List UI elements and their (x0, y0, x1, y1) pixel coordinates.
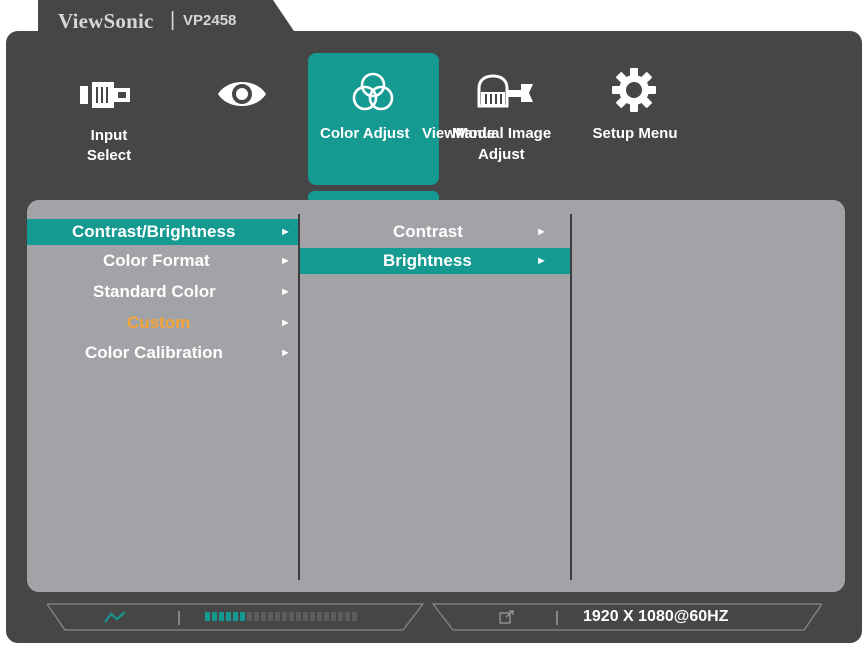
submenu-arrow-icon: ► (280, 226, 291, 238)
menu-item-brightness[interactable]: Brightness ► (300, 248, 570, 274)
menu-item-label: Color Calibration (85, 343, 223, 362)
menu-level-2: Contrast ► Brightness ► (300, 219, 570, 274)
level-indicator (205, 612, 357, 621)
tab-manual-image-label-1: Manual Image (452, 125, 552, 142)
submenu-arrow-icon: ► (536, 255, 547, 267)
menu-item-standard-color[interactable]: Standard Color ► (27, 279, 298, 305)
column-divider-2 (570, 214, 572, 580)
tab-input-select[interactable]: Input Select (70, 70, 148, 180)
eye-icon (218, 82, 266, 106)
tab-input-select-label-1: Input (90, 127, 128, 144)
gear-icon (612, 68, 656, 112)
hand-wrench-icon (477, 74, 533, 108)
brand-logo: ViewSonic (58, 9, 154, 33)
tab-color-adjust[interactable] (308, 53, 439, 185)
menu-item-label: Brightness (383, 251, 472, 270)
tab-viewmode[interactable] (200, 70, 284, 180)
menu-item-contrast[interactable]: Contrast ► (300, 219, 570, 245)
menu-item-label: Standard Color (93, 282, 216, 301)
tab-color-adjust-label: Color Adjust (320, 125, 410, 142)
tab-input-select-label-2: Select (86, 147, 132, 164)
submenu-arrow-icon: ► (280, 255, 291, 267)
menu-item-custom[interactable]: Custom ► (27, 310, 298, 336)
menu-item-label: Custom (127, 313, 191, 332)
submenu-arrow-icon: ► (280, 286, 291, 298)
signal-icon (104, 611, 126, 623)
tab-manual-image-label-2: Adjust (478, 146, 525, 163)
menu-item-contrast-brightness[interactable]: Contrast/Brightness ► (27, 219, 298, 245)
submenu-arrow-icon: ► (536, 226, 547, 238)
external-display-icon (499, 610, 514, 624)
tab-setup-menu-label: Setup Menu (592, 125, 678, 142)
brand-separator: | (170, 9, 176, 31)
submenu-arrow-icon: ► (280, 317, 291, 329)
menu-level-1: Contrast/Brightness ► Color Format ► Sta… (27, 219, 298, 366)
input-connector-icon (80, 82, 130, 108)
menu-item-label: Color Format (103, 251, 210, 270)
menu-item-color-format[interactable]: Color Format ► (27, 248, 298, 274)
resolution-readout: 1920 X 1080@60HZ (583, 608, 729, 625)
tab-setup-menu[interactable]: Setup Menu (580, 62, 690, 172)
model-name: VP2458 (183, 12, 237, 29)
submenu-arrow-icon: ► (280, 347, 291, 359)
menu-item-label: Contrast/Brightness (72, 222, 236, 241)
menu-item-color-calibration[interactable]: Color Calibration ► (27, 340, 298, 366)
color-circles-icon (352, 72, 394, 111)
menu-item-label: Contrast (393, 222, 463, 241)
